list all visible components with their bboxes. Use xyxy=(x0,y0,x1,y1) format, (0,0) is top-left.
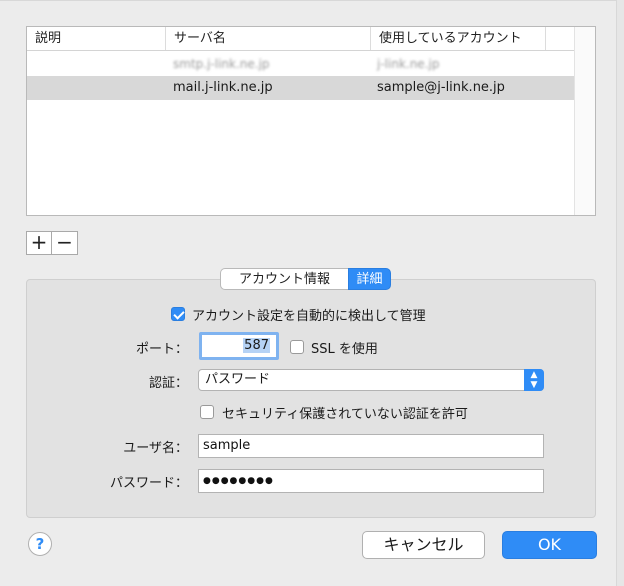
auth-select[interactable]: パスワード ▲ ▼ xyxy=(198,369,544,391)
port-input[interactable]: 587 xyxy=(199,332,279,360)
column-header-empty xyxy=(545,27,575,50)
port-value: 587 xyxy=(243,338,270,353)
table-row[interactable]: smtp.j-link.ne.jp j-link.ne.jp xyxy=(27,52,575,76)
insecure-auth-checkbox[interactable] xyxy=(200,405,214,419)
row-account: j-link.ne.jp xyxy=(377,57,440,71)
ok-button[interactable]: OK xyxy=(502,531,597,559)
remove-server-button[interactable]: − xyxy=(52,231,78,255)
table-scrollbar[interactable] xyxy=(574,27,595,215)
ssl-checkbox[interactable] xyxy=(290,340,304,354)
column-header-description[interactable]: 説明 xyxy=(27,27,165,50)
window-right-edge xyxy=(616,0,624,586)
username-field[interactable]: sample xyxy=(198,434,544,458)
help-button[interactable]: ? xyxy=(28,532,52,556)
column-header-server[interactable]: サーバ名 xyxy=(165,27,370,50)
column-header-account[interactable]: 使用しているアカウント xyxy=(370,27,545,50)
port-label: ポート： xyxy=(135,342,188,357)
auto-detect-label: アカウント設定を自動的に検出して管理 xyxy=(192,309,426,324)
auth-selected-value: パスワード xyxy=(205,372,271,387)
server-table[interactable]: 説明 サーバ名 使用しているアカウント smtp.j-link.ne.jp j-… xyxy=(26,26,596,216)
chevron-up-down-icon: ▲ ▼ xyxy=(524,369,544,391)
row-server-name: smtp.j-link.ne.jp xyxy=(173,57,270,71)
auth-label: 認証： xyxy=(148,376,188,391)
password-field[interactable]: ●●●●●●●● xyxy=(198,469,544,493)
insecure-auth-label: セキュリティ保護されていない認証を許可 xyxy=(222,407,468,422)
add-server-button[interactable]: + xyxy=(26,231,52,255)
username-label: ユーザ名： xyxy=(123,441,188,456)
window-top-border xyxy=(0,0,624,1)
row-server-name: mail.j-link.ne.jp xyxy=(173,80,273,95)
cancel-button[interactable]: キャンセル xyxy=(362,531,485,559)
auto-detect-checkbox[interactable] xyxy=(171,307,185,321)
row-account: sample@j-link.ne.jp xyxy=(377,80,505,95)
table-header: 説明 サーバ名 使用しているアカウント xyxy=(27,27,575,51)
table-row-selected[interactable]: mail.j-link.ne.jp sample@j-link.ne.jp xyxy=(27,76,575,100)
tab-account-info[interactable]: アカウント情報 xyxy=(220,268,348,290)
tab-detail[interactable]: 詳細 xyxy=(348,268,391,290)
ssl-label: SSL を使用 xyxy=(311,342,378,357)
password-label: パスワード： xyxy=(109,476,188,491)
